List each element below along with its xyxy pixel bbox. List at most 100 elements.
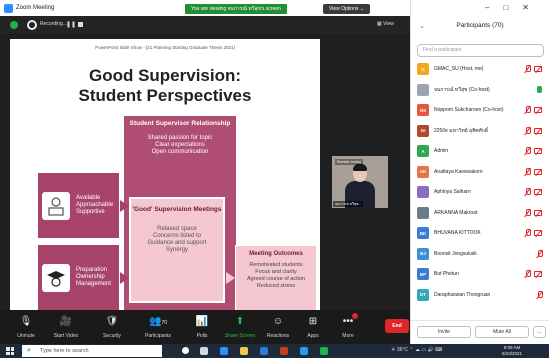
minimize-icon[interactable]: – [485, 3, 503, 12]
file-explorer-icon[interactable] [240, 347, 248, 355]
participant-status-icons [524, 229, 542, 237]
participant-row[interactable]: DT Daraphaswan Thongruan [417, 288, 548, 302]
viewing-screen-banner: You are viewing จนการณ์ ทวีสุข's screen [185, 4, 287, 14]
end-meeting-button[interactable]: End [385, 319, 409, 333]
participant-row[interactable]: Aphinya Saiharn [417, 185, 548, 199]
slide-title: Good Supervision: Student Perspectives [10, 66, 320, 106]
participant-avatar [417, 186, 429, 198]
mute-all-button[interactable]: Mute All [475, 326, 529, 338]
participant-row[interactable]: A Admin [417, 144, 548, 158]
supervision-meetings-box: 'Good' Supervision Meetings Relaxed spac… [129, 197, 225, 303]
participant-avatar: NS [417, 104, 429, 116]
start-video-button[interactable]: 🎥 Start Video [46, 314, 86, 339]
camera-off-icon [534, 148, 542, 154]
powerpoint-icon[interactable] [280, 347, 288, 355]
participant-row[interactable]: จนการณ์ ทวีสุข (Co-host) [417, 83, 548, 97]
quality-line: Supportive [76, 209, 105, 215]
student-qualities-box: Preparation Ownership Management [37, 244, 120, 311]
unmute-button[interactable]: 🎙 Unmute [6, 314, 46, 339]
line-icon[interactable] [320, 347, 328, 355]
participant-name: Anattaya Kaewsakorn [434, 168, 483, 175]
maximize-icon[interactable]: □ [503, 3, 522, 12]
encryption-shield-icon[interactable] [10, 21, 18, 29]
cortana-icon[interactable] [182, 347, 189, 354]
participant-name: Nopporn Sukcharoen (Co-host) [434, 107, 504, 113]
share-screen-button[interactable]: ⬆ Share Screen [220, 314, 260, 339]
reactions-button[interactable]: ☺ Reactions [258, 314, 298, 339]
participant-row[interactable]: G GMAC_SU (Host, me) [417, 62, 548, 76]
toolbar-label: More [342, 333, 354, 339]
apps-icon: ⊞ [308, 316, 318, 327]
participant-name: GMAC_SU (Host, me) [434, 66, 484, 72]
zoom-app-icon[interactable] [220, 347, 228, 355]
taskbar-search-input[interactable]: ⌕ Type here to search [22, 345, 162, 357]
outcome-point: Agreed course of action [246, 276, 306, 282]
polls-icon: 📊 [195, 316, 209, 327]
meetings-point: Guidance and support [147, 240, 207, 246]
view-options-button[interactable]: View Options ⌄ [323, 4, 370, 14]
toolbar-label: Apps [307, 333, 319, 339]
participant-name: 2250e มหาวิทย์ อุทิศศักดิ์ [434, 127, 489, 134]
more-button[interactable]: ••• More [328, 314, 368, 339]
participant-status-icons [524, 167, 542, 176]
participant-row[interactable]: NS Nopporn Sukcharoen (Co-host) [417, 103, 548, 117]
meetings-point: Concerns listed to [152, 233, 202, 239]
word-icon[interactable] [260, 347, 268, 355]
participant-row[interactable]: BJ Boonsit Jongsuksik [417, 247, 548, 261]
participant-status-icons [524, 65, 542, 73]
invite-button[interactable]: Invite [417, 326, 471, 338]
participant-row[interactable]: BK BHUVANA KITTOOK [417, 226, 548, 240]
camera-off-icon [534, 66, 542, 72]
recording-icon [27, 20, 37, 30]
participants-glyph: 👥 [148, 316, 162, 327]
participant-search-input[interactable]: Find a participant [417, 44, 544, 57]
video-camera-icon: 🎥 [59, 316, 73, 327]
taskbar-search-placeholder: Type here to search [40, 348, 89, 354]
task-view-icon[interactable] [200, 347, 208, 355]
meetings-heading: 'Good' Supervision Meetings [132, 206, 222, 213]
edge-icon[interactable] [300, 347, 308, 355]
participant-status-icons [524, 208, 542, 217]
recording-label: Recording... [40, 21, 67, 27]
security-button[interactable]: 🛡 Security [92, 314, 132, 339]
windows-taskbar: ⌕ Type here to search ☀ 36°C ⌃ ☁ ▭ 🔊 ⌨ 9… [0, 344, 549, 358]
toolbar-label: Polls [196, 333, 208, 339]
stop-icon[interactable] [78, 22, 83, 27]
remote-control-button[interactable]: Remote control [335, 159, 363, 165]
window-title: Zoom Meeting [16, 5, 55, 11]
presenter-video-tile[interactable]: Remote control จนการณ์ ทวีสุข... [332, 156, 388, 208]
polls-button[interactable]: 📊 Polls [182, 314, 222, 339]
view-button[interactable]: ▦ View [377, 21, 394, 27]
more-dots-icon: ••• [342, 316, 354, 327]
participant-avatar: BK [417, 227, 429, 239]
window-controls: –□✕ [485, 3, 543, 12]
graduate-cap-icon [42, 263, 70, 292]
windows-start-icon[interactable] [6, 347, 14, 355]
participants-button[interactable]: 👥70 Participants [138, 314, 178, 339]
participant-avatar: 2e [417, 124, 429, 137]
toolbar-label: Unmute [17, 333, 35, 339]
close-icon[interactable]: ✕ [522, 3, 543, 12]
smiley-icon: ☺ [272, 316, 284, 327]
meeting-toolbar: 🎙 Unmute 🎥 Start Video 🛡 Security 👥70 Partic… [0, 310, 410, 344]
camera-off-icon [534, 230, 542, 236]
participant-row[interactable]: AK Anattaya Kaewsakorn [417, 165, 548, 179]
participant-status-icons [524, 188, 542, 196]
participant-row[interactable]: ARKANNA Makroat [417, 206, 548, 220]
student-qualities-text: Preparation Ownership Management [76, 267, 111, 288]
apps-button[interactable]: ⊞ Apps [293, 314, 333, 339]
taskbar-clock[interactable]: 9:09 AM 8/23/2021 [502, 345, 522, 357]
outcome-point: Remotivated students [249, 262, 303, 268]
system-tray[interactable]: ☀ 36°C ⌃ ☁ ▭ 🔊 ⌨ [391, 347, 442, 353]
participant-row[interactable]: 2e 2250e มหาวิทย์ อุทิศศักดิ์ [417, 124, 548, 138]
more-options-button[interactable]: ... [533, 326, 546, 338]
participant-status-icons [524, 270, 542, 278]
camera-off-icon [534, 209, 542, 216]
participant-row[interactable]: BP But Phetun [417, 267, 548, 281]
participant-name: But Phetun [434, 271, 459, 277]
arrow-right-icon [120, 272, 129, 284]
mic-muted-icon [524, 229, 531, 237]
pause-icon[interactable]: ❚❚ [66, 21, 76, 28]
zoom-logo-icon [4, 3, 13, 13]
microphone-icon: 🎙 [19, 316, 33, 327]
